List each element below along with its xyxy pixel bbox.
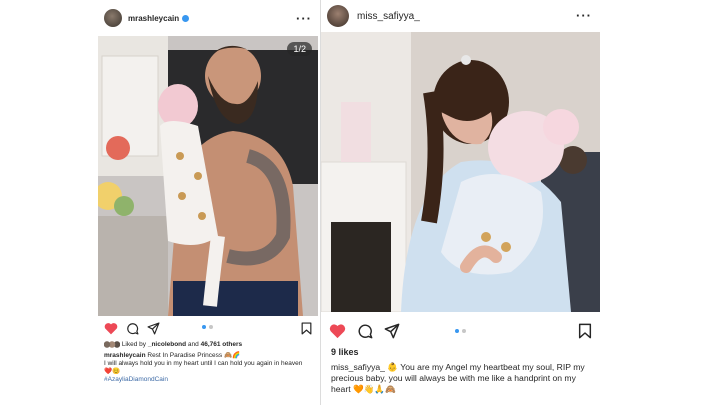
avatar[interactable]	[327, 5, 349, 27]
avatar[interactable]	[104, 9, 122, 27]
photo-woman-holding-baby	[321, 32, 600, 312]
post-photo[interactable]: 1/2	[98, 36, 318, 316]
post-photo[interactable]	[321, 32, 600, 312]
carousel-dots	[455, 329, 466, 333]
carousel-dot	[462, 329, 466, 333]
share-icon[interactable]	[147, 321, 160, 335]
likes-line: Liked by _nicolebond and 46,761 others	[104, 341, 242, 349]
carousel-dot-active	[202, 325, 206, 329]
caption-body: I will always hold you in my heart until…	[104, 360, 303, 376]
comment-icon[interactable]	[126, 322, 139, 335]
liker-avatars	[104, 341, 120, 348]
liked-by-and: and	[186, 341, 201, 349]
username[interactable]: miss_safiyya_	[357, 11, 420, 22]
caption: miss_safiyya_ 👶 You are my Angel my hear…	[331, 362, 595, 395]
caption-username[interactable]: mrashleycain	[104, 352, 146, 359]
caption: mrashleycain Rest In Paradise Princess 🙈…	[104, 352, 312, 385]
heart-icon[interactable]	[104, 322, 118, 335]
share-icon[interactable]	[384, 323, 400, 339]
bookmark-icon[interactable]	[301, 321, 312, 335]
more-icon[interactable]: ···	[576, 8, 592, 23]
more-icon[interactable]: ···	[296, 11, 312, 26]
post-header: mrashleycain ···	[98, 0, 318, 36]
hashtag-link[interactable]: #AzayliaDiamondCain	[104, 376, 168, 383]
photo-man-holding-baby	[98, 36, 318, 316]
post-header: miss_safiyya_ ···	[321, 0, 600, 32]
post-mrashleycain: mrashleycain ··· 1/2 Liked by _nicolebon…	[98, 0, 318, 405]
carousel-dots	[202, 325, 213, 329]
username[interactable]: mrashleycain	[128, 14, 179, 23]
comment-icon[interactable]	[357, 323, 373, 339]
likes-count[interactable]: 46,761 others	[201, 341, 243, 348]
carousel-dot	[209, 325, 213, 329]
likes-count[interactable]: 9 likes	[331, 347, 359, 358]
bookmark-icon[interactable]	[578, 323, 592, 339]
liked-by-user[interactable]: _nicolebond	[148, 341, 186, 348]
verified-icon	[182, 14, 190, 22]
post-miss-safiyya: miss_safiyya_ ··· 9 likes miss_safiyya_ …	[320, 0, 600, 405]
caption-title: Rest In Paradise Princess 🙈🌈	[147, 352, 241, 359]
carousel-dot-active	[455, 329, 459, 333]
image-counter: 1/2	[287, 42, 312, 56]
caption-username[interactable]: miss_safiyya_	[331, 362, 385, 372]
liked-by-prefix: Liked by	[121, 341, 148, 349]
heart-icon[interactable]	[329, 323, 346, 339]
